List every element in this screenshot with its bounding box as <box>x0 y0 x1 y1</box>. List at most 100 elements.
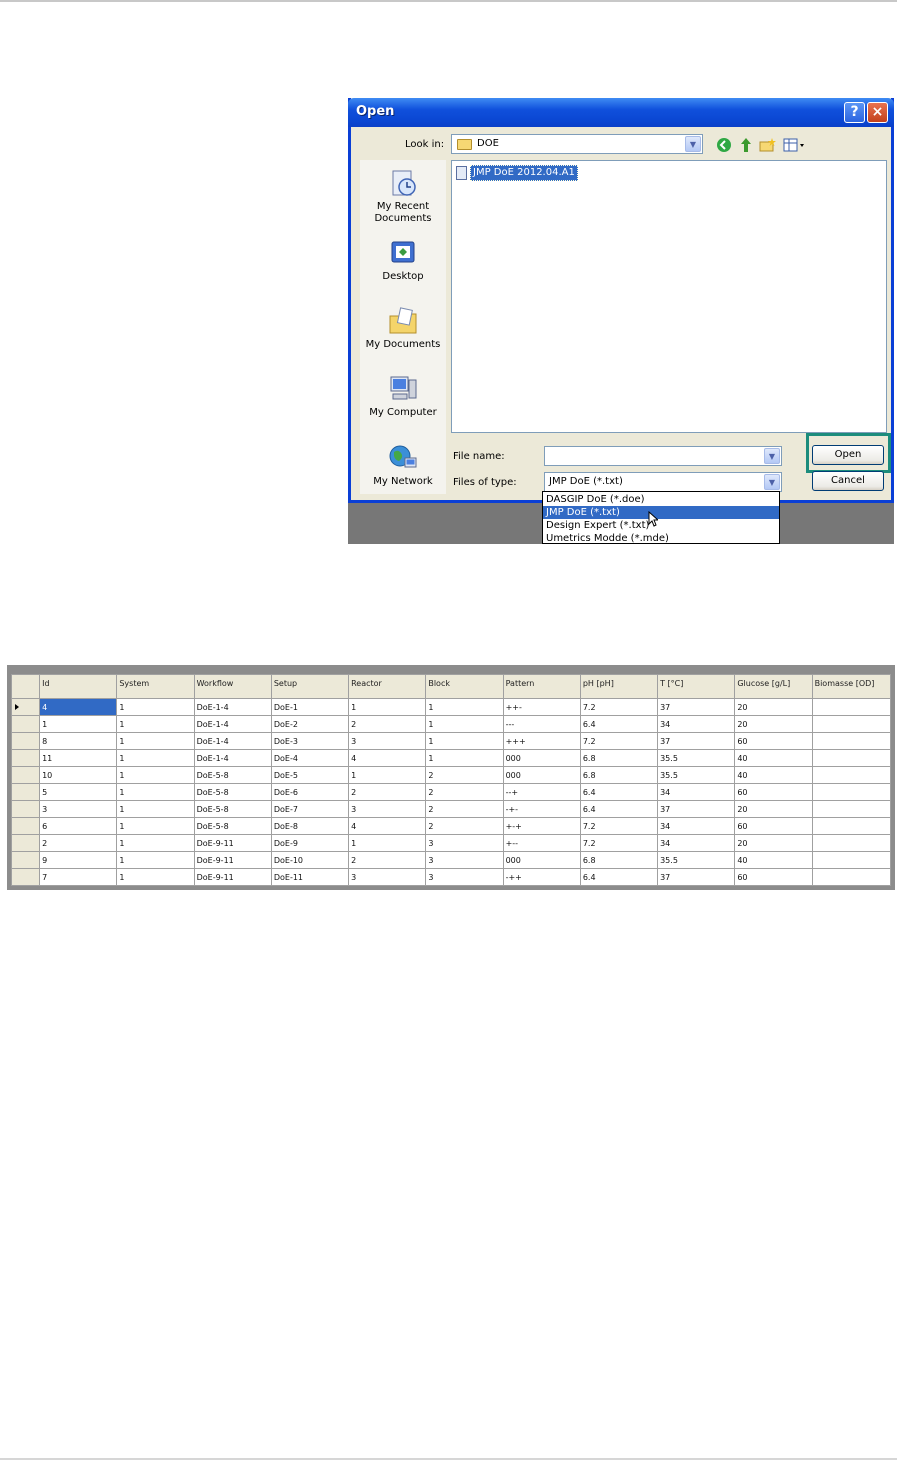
grid-cell[interactable]: 2 <box>39 834 118 852</box>
grid-cell[interactable]: DoE-3 <box>270 732 350 750</box>
grid-cell[interactable]: -+- <box>502 800 581 818</box>
column-header[interactable]: Id <box>39 674 118 699</box>
grid-cell[interactable]: --- <box>502 715 581 733</box>
grid-cell[interactable] <box>811 868 892 886</box>
grid-cell[interactable]: 1 <box>116 851 195 869</box>
grid-cell[interactable]: DoE-5-8 <box>193 817 272 835</box>
grid-cell[interactable] <box>811 851 892 869</box>
grid-cell[interactable] <box>811 817 892 835</box>
grid-cell[interactable]: DoE-10 <box>270 851 350 869</box>
grid-cell[interactable]: 2 <box>348 851 427 869</box>
row-header[interactable] <box>10 715 41 733</box>
type-option-selected[interactable]: JMP DoE (*.txt) <box>543 506 779 519</box>
grid-cell[interactable]: 3 <box>425 834 504 852</box>
grid-cell[interactable]: DoE-9 <box>270 834 350 852</box>
grid-cell[interactable]: 34 <box>657 834 736 852</box>
place-my-network[interactable]: My Network <box>360 443 446 488</box>
grid-cell[interactable]: 3 <box>425 868 504 886</box>
grid-cell[interactable]: DoE-5-8 <box>193 783 272 801</box>
column-header[interactable]: Setup <box>270 674 350 699</box>
grid-cell[interactable]: 000 <box>502 766 581 784</box>
grid-cell[interactable]: DoE-1-4 <box>193 732 272 750</box>
grid-cell[interactable]: 000 <box>502 851 581 869</box>
grid-cell[interactable]: 1 <box>116 800 195 818</box>
row-header[interactable] <box>10 698 41 716</box>
grid-cell[interactable]: 20 <box>734 800 813 818</box>
row-header[interactable] <box>10 732 41 750</box>
row-header[interactable] <box>10 817 41 835</box>
grid-cell[interactable]: 1 <box>348 698 427 716</box>
grid-cell[interactable]: 2 <box>425 817 504 835</box>
grid-cell[interactable]: 1 <box>116 783 195 801</box>
grid-cell[interactable]: 000 <box>502 749 581 767</box>
grid-cell[interactable]: 2 <box>425 783 504 801</box>
grid-cell[interactable]: DoE-8 <box>270 817 350 835</box>
row-header[interactable] <box>10 749 41 767</box>
grid-cell[interactable]: DoE-5-8 <box>193 766 272 784</box>
grid-cell[interactable]: 10 <box>39 766 118 784</box>
grid-cell[interactable]: 4 <box>348 817 427 835</box>
table-row[interactable]: 9 1 DoE-9-11 DoE-10 2 3 000 6.8 35.5 40 <box>10 851 892 869</box>
grid-cell[interactable]: 6.4 <box>579 783 659 801</box>
chevron-down-icon[interactable]: ▼ <box>685 136 701 152</box>
grid-cell[interactable]: 2 <box>425 766 504 784</box>
grid-cell[interactable]: 3 <box>39 800 118 818</box>
grid-cell[interactable]: 1 <box>116 834 195 852</box>
row-header[interactable] <box>10 868 41 886</box>
grid-cell[interactable] <box>811 800 892 818</box>
column-header[interactable]: Pattern <box>502 674 581 699</box>
column-header[interactable]: Biomasse [OD] <box>811 674 892 699</box>
table-row[interactable]: 1 1 DoE-1-4 DoE-2 2 1 --- 6.4 34 20 <box>10 715 892 733</box>
grid-cell[interactable]: 60 <box>734 783 813 801</box>
back-icon[interactable] <box>715 137 733 155</box>
new-folder-icon[interactable] <box>759 137 777 155</box>
grid-cell[interactable]: 20 <box>734 698 813 716</box>
grid-cell[interactable] <box>811 766 892 784</box>
grid-cell[interactable]: 1 <box>116 732 195 750</box>
grid-cell[interactable]: 3 <box>348 868 427 886</box>
grid-cell[interactable]: DoE-2 <box>270 715 350 733</box>
grid-cell[interactable]: +-+ <box>502 817 581 835</box>
grid-cell[interactable]: 7 <box>39 868 118 886</box>
grid-cell[interactable]: 1 <box>348 834 427 852</box>
grid-cell[interactable]: 1 <box>116 817 195 835</box>
grid-cell[interactable]: 5 <box>39 783 118 801</box>
grid-cell[interactable]: DoE-1-4 <box>193 715 272 733</box>
row-header[interactable] <box>10 783 41 801</box>
grid-cell[interactable]: 34 <box>657 817 736 835</box>
grid-cell[interactable]: 8 <box>39 732 118 750</box>
grid-cell[interactable] <box>811 834 892 852</box>
grid-cell[interactable]: 3 <box>348 800 427 818</box>
place-recent-documents[interactable]: My Recent Documents <box>360 168 446 225</box>
grid-cell[interactable]: 1 <box>116 698 195 716</box>
grid-cell[interactable]: 60 <box>734 817 813 835</box>
grid-cell[interactable]: DoE-9-11 <box>193 834 272 852</box>
grid-cell[interactable]: 40 <box>734 766 813 784</box>
grid-cell[interactable]: 4 <box>39 698 118 716</box>
grid-cell[interactable]: DoE-1-4 <box>193 749 272 767</box>
grid-cell[interactable]: 1 <box>348 766 427 784</box>
grid-cell[interactable]: 6.8 <box>579 749 659 767</box>
grid-cell[interactable]: 1 <box>116 749 195 767</box>
view-menu-icon[interactable] <box>783 137 807 155</box>
type-option[interactable]: DASGIP DoE (*.doe) <box>543 493 779 506</box>
grid-cell[interactable]: DoE-1 <box>270 698 350 716</box>
grid-cell[interactable]: 20 <box>734 715 813 733</box>
look-in-combo[interactable]: DOE ▼ <box>451 134 703 154</box>
help-button[interactable]: ? <box>844 102 865 123</box>
open-button[interactable]: Open <box>812 445 884 465</box>
grid-cell[interactable]: 6.8 <box>579 851 659 869</box>
table-row[interactable]: 5 1 DoE-5-8 DoE-6 2 2 --+ 6.4 34 60 <box>10 783 892 801</box>
column-header[interactable]: Workflow <box>193 674 272 699</box>
grid-cell[interactable]: 3 <box>348 732 427 750</box>
table-row[interactable]: 4 1 DoE-1-4 DoE-1 1 1 ++- 7.2 37 20 <box>10 698 892 716</box>
grid-cell[interactable]: 7.2 <box>579 732 659 750</box>
file-list[interactable]: JMP DoE 2012.04.A1 <box>451 160 887 433</box>
grid-cell[interactable]: 1 <box>425 732 504 750</box>
table-row[interactable]: 6 1 DoE-5-8 DoE-8 4 2 +-+ 7.2 34 60 <box>10 817 892 835</box>
grid-cell[interactable]: 2 <box>425 800 504 818</box>
type-option[interactable]: Umetrics Modde (*.mde) <box>543 532 779 545</box>
grid-cell[interactable]: DoE-6 <box>270 783 350 801</box>
row-header[interactable] <box>10 851 41 869</box>
place-desktop[interactable]: Desktop <box>360 238 446 283</box>
